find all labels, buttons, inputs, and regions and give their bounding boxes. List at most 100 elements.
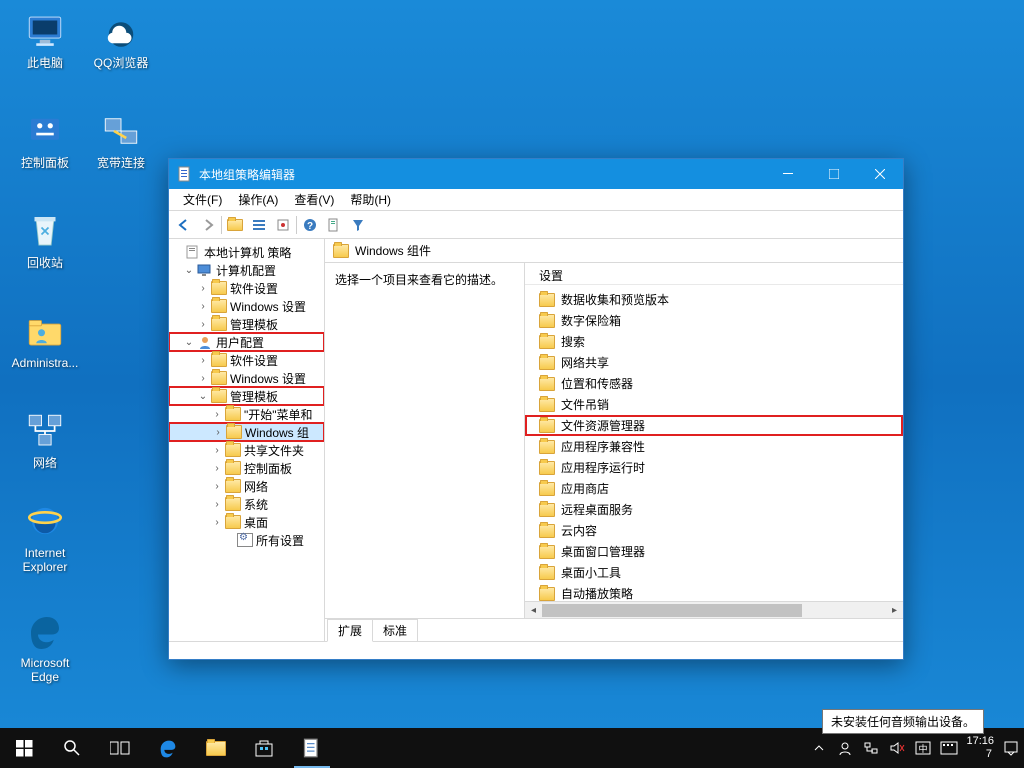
tree-label: 网络	[244, 478, 268, 495]
task-view-icon	[110, 740, 130, 756]
tray-people-icon[interactable]	[836, 739, 854, 757]
scroll-left-arrow[interactable]: ◂	[525, 602, 542, 619]
desktop-icon-network[interactable]: 网络	[10, 410, 80, 470]
tree-item[interactable]: ›管理模板	[169, 315, 324, 333]
minimize-button[interactable]	[765, 159, 811, 189]
settings-item[interactable]: 远程桌面服务	[525, 499, 903, 520]
taskbar-store[interactable]	[240, 728, 288, 768]
settings-item[interactable]: 应用程序运行时	[525, 457, 903, 478]
settings-item[interactable]: 位置和传感器	[525, 373, 903, 394]
desktop-icon-this-pc[interactable]: 此电脑	[10, 10, 80, 70]
taskbar-edge[interactable]	[144, 728, 192, 768]
settings-item[interactable]: 桌面窗口管理器	[525, 541, 903, 562]
folder-icon	[539, 419, 555, 433]
tree-item[interactable]: ›软件设置	[169, 279, 324, 297]
tree-computer-config[interactable]: ⌄计算机配置	[169, 261, 324, 279]
tree-admin-templates[interactable]: ⌄管理模板	[169, 387, 324, 405]
list-icon	[252, 218, 266, 232]
desktop-icon-qq-browser[interactable]: QQ浏览器	[86, 10, 156, 70]
tree-label: 本地计算机 策略	[204, 244, 291, 261]
tree-root[interactable]: 本地计算机 策略	[169, 243, 324, 261]
tray-chevron-up[interactable]	[810, 739, 828, 757]
folder-icon	[225, 497, 241, 511]
tree-item[interactable]: ›桌面	[169, 513, 324, 531]
search-button[interactable]	[48, 728, 96, 768]
tree-windows-components[interactable]: ›Windows 组	[169, 423, 324, 441]
horizontal-scrollbar[interactable]: ◂ ▸	[525, 601, 903, 618]
column-header-settings[interactable]: 设置	[525, 263, 903, 285]
settings-item[interactable]: 数字保险箱	[525, 310, 903, 331]
settings-item[interactable]: 搜索	[525, 331, 903, 352]
settings-item[interactable]: 应用程序兼容性	[525, 436, 903, 457]
volume-tooltip: 未安装任何音频输出设备。	[822, 709, 984, 734]
tab-extended[interactable]: 扩展	[327, 619, 373, 642]
titlebar[interactable]: 本地组策略编辑器	[169, 159, 903, 189]
toolbar-folder-up-button[interactable]	[224, 214, 246, 236]
taskbar-gpedit[interactable]	[288, 728, 336, 768]
desktop-icon-broadband[interactable]: 宽带连接	[86, 110, 156, 170]
settings-item-label: 数字保险箱	[561, 312, 621, 329]
tree-item[interactable]: ›共享文件夹	[169, 441, 324, 459]
folder-icon	[539, 356, 555, 370]
close-button[interactable]	[857, 159, 903, 189]
maximize-button[interactable]	[811, 159, 857, 189]
separator	[296, 216, 297, 234]
task-view-button[interactable]	[96, 728, 144, 768]
menu-file[interactable]: 文件(F)	[175, 189, 230, 210]
settings-item[interactable]: 文件吊销	[525, 394, 903, 415]
settings-item[interactable]: 桌面小工具	[525, 562, 903, 583]
tree-item[interactable]: ›"开始"菜单和	[169, 405, 324, 423]
tree-label: "开始"菜单和	[244, 406, 313, 423]
desktop-icon-control-panel[interactable]: 控制面板	[10, 110, 80, 170]
tree-item[interactable]: ›软件设置	[169, 351, 324, 369]
desktop-icon-label: 网络	[10, 456, 80, 470]
settings-item[interactable]: 文件资源管理器	[525, 415, 903, 436]
toolbar-refresh-button[interactable]	[323, 214, 345, 236]
toolbar-list-button[interactable]	[248, 214, 270, 236]
tray-network-icon[interactable]	[862, 739, 880, 757]
edge-icon	[157, 737, 179, 759]
tree-user-config[interactable]: ⌄用户配置	[169, 333, 324, 351]
settings-item[interactable]: 自动播放策略	[525, 583, 903, 601]
toolbar-properties-button[interactable]	[272, 214, 294, 236]
tray-clock[interactable]: 17:16 7	[966, 735, 994, 761]
nav-back-button[interactable]	[173, 214, 195, 236]
settings-item[interactable]: 网络共享	[525, 352, 903, 373]
taskbar-explorer[interactable]	[192, 728, 240, 768]
settings-item[interactable]: 数据收集和预览版本	[525, 289, 903, 310]
tree-all-settings[interactable]: 所有设置	[169, 531, 324, 549]
settings-list[interactable]: 数据收集和预览版本数字保险箱搜索网络共享位置和传感器文件吊销文件资源管理器应用程…	[525, 285, 903, 601]
description-hint: 选择一个项目来查看它的描述。	[335, 273, 503, 287]
menu-view[interactable]: 查看(V)	[286, 189, 342, 210]
menu-action[interactable]: 操作(A)	[230, 189, 286, 210]
tray-notifications[interactable]	[1002, 739, 1020, 757]
tray-keyboard-icon[interactable]	[940, 739, 958, 757]
nav-forward-button[interactable]	[197, 214, 219, 236]
tree-label: 桌面	[244, 514, 268, 531]
tray-ime-icon[interactable]: 中	[914, 739, 932, 757]
tree-label: 软件设置	[230, 280, 278, 297]
settings-item[interactable]: 应用商店	[525, 478, 903, 499]
start-button[interactable]	[0, 728, 48, 768]
desktop-icon-recycle-bin[interactable]: 回收站	[10, 210, 80, 270]
desktop-icon-ie[interactable]: Internet Explorer	[10, 500, 80, 574]
toolbar-help-button[interactable]: ?	[299, 214, 321, 236]
settings-item[interactable]: 云内容	[525, 520, 903, 541]
scroll-thumb[interactable]	[542, 604, 802, 617]
toolbar-filter-button[interactable]	[347, 214, 369, 236]
tree-label: Windows 设置	[230, 298, 306, 315]
tree-item[interactable]: ›Windows 设置	[169, 297, 324, 315]
tree-item[interactable]: ›网络	[169, 477, 324, 495]
tree-item[interactable]: ›控制面板	[169, 459, 324, 477]
desktop-icon-admin[interactable]: Administra...	[10, 310, 80, 370]
desktop-icon-label: QQ浏览器	[86, 56, 156, 70]
tree-item[interactable]: ›系统	[169, 495, 324, 513]
scroll-right-arrow[interactable]: ▸	[886, 602, 903, 619]
desktop-icon-edge[interactable]: Microsoft Edge	[10, 610, 80, 684]
tree-panel[interactable]: 本地计算机 策略 ⌄计算机配置 ›软件设置 ›Windows 设置 ›管理模板 …	[169, 239, 325, 641]
tray-volume-icon[interactable]	[888, 739, 906, 757]
menu-help[interactable]: 帮助(H)	[342, 189, 399, 210]
desktop-icon-label: Administra...	[10, 356, 80, 370]
tree-item[interactable]: ›Windows 设置	[169, 369, 324, 387]
tab-standard[interactable]: 标准	[372, 619, 418, 641]
